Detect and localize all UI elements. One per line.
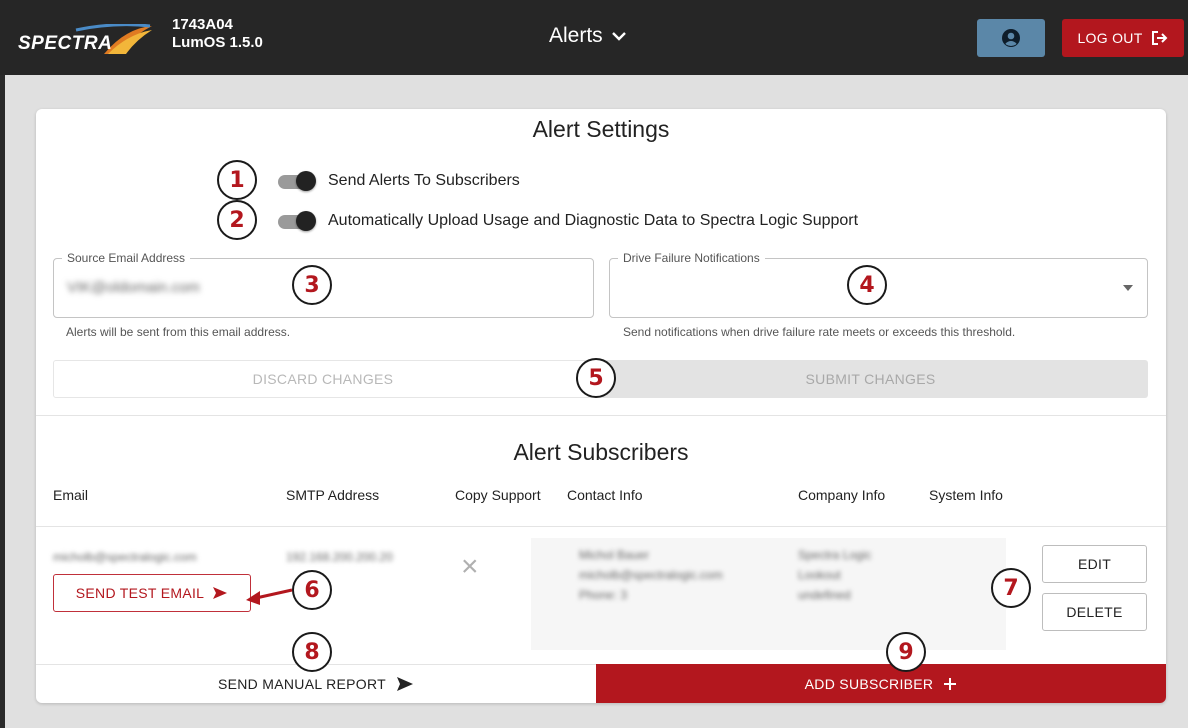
callout-8: 8 (292, 632, 332, 672)
company-line-3: undefined (798, 588, 851, 602)
callout-6: 6 (292, 570, 332, 610)
send-test-email-label: SEND TEST EMAIL (75, 585, 205, 601)
callout-1: 1 (217, 160, 257, 200)
contact-name: Michol Bauer (579, 548, 650, 562)
subscriber-smtp: 192.168.200.200.20 (286, 550, 393, 564)
logout-button[interactable]: LOG OUT (1062, 19, 1184, 57)
subscriber-contact-info: Michol Bauer micholb@spectralogic.com Ph… (579, 545, 723, 605)
drive-failure-helper: Send notifications when drive failure ra… (623, 325, 1016, 339)
alerts-card: Alert Settings Send Alerts To Subscriber… (36, 109, 1166, 703)
company-line-2: Lookout (798, 568, 841, 582)
column-header-smtp: SMTP Address (286, 487, 380, 503)
source-email-legend: Source Email Address (62, 251, 191, 265)
company-name: Spectra Logic (798, 548, 872, 562)
delete-subscriber-button[interactable]: DELETE (1042, 593, 1147, 631)
callout-arrow-icon (246, 588, 293, 605)
auto-upload-label: Automatically Upload Usage and Diagnosti… (328, 212, 859, 229)
callout-7: 7 (991, 568, 1031, 608)
send-alerts-toggle-row[interactable]: Send Alerts To Subscribers (278, 171, 520, 191)
page-title: Alerts (549, 24, 603, 47)
column-header-company-info: Company Info (798, 487, 886, 503)
os-version: LumOS 1.5.0 (172, 34, 263, 51)
header-divider (36, 526, 1166, 527)
send-icon (397, 676, 413, 691)
source-email-value: VIK@oldomain.com (67, 279, 200, 296)
drive-failure-legend: Drive Failure Notifications (618, 251, 765, 265)
send-icon (213, 587, 228, 599)
auto-upload-toggle-row[interactable]: Automatically Upload Usage and Diagnosti… (278, 211, 859, 231)
discard-changes-button[interactable]: DISCARD CHANGES (53, 360, 593, 398)
edit-subscriber-button[interactable]: EDIT (1042, 545, 1147, 583)
alert-settings-title: Alert Settings (532, 116, 670, 142)
submit-changes-button[interactable]: SUBMIT CHANGES (593, 360, 1148, 398)
auto-upload-switch[interactable] (278, 211, 316, 231)
logout-label: LOG OUT (1077, 30, 1143, 46)
column-header-copy-support: Copy Support (455, 487, 541, 503)
callout-5: 5 (576, 358, 616, 398)
user-icon (1002, 29, 1020, 47)
plus-icon (944, 677, 957, 690)
dropdown-caret-icon (1123, 285, 1133, 291)
contact-phone: Phone: 3 (579, 588, 628, 602)
column-header-system-info: System Info (929, 487, 1003, 503)
page-title-dropdown[interactable]: Alerts (549, 24, 627, 48)
contact-email: micholb@spectralogic.com (579, 568, 723, 582)
callout-3: 3 (292, 265, 332, 305)
subscriber-company-info: Spectra Logic Lookout undefined (798, 545, 871, 605)
add-subscriber-button[interactable]: ADD SUBSCRIBER (596, 664, 1166, 703)
send-manual-report-label: SEND MANUAL REPORT (218, 675, 386, 692)
send-alerts-label: Send Alerts To Subscribers (328, 172, 520, 189)
top-bar: SPECTRA 1743A04 LumOS 1.5.0 Alerts LOG O… (0, 0, 1188, 75)
section-divider (36, 415, 1166, 416)
callout-9: 9 (886, 632, 926, 672)
alert-subscribers-title: Alert Subscribers (513, 439, 689, 465)
subscriber-email: micholb@spectralogic.com (53, 550, 197, 564)
window-edge (0, 75, 5, 728)
switch-thumb (296, 211, 316, 231)
switch-thumb (296, 171, 316, 191)
system-info: 1743A04 LumOS 1.5.0 (172, 16, 263, 52)
spectra-logo: SPECTRA (16, 23, 154, 58)
copy-support-x-icon: × (461, 550, 479, 583)
logout-icon (1151, 31, 1167, 45)
chevron-down-icon (611, 32, 626, 41)
system-id: 1743A04 (172, 16, 233, 33)
send-test-email-button[interactable]: SEND TEST EMAIL (53, 574, 251, 612)
logo-wordmark: SPECTRA (18, 33, 113, 54)
callout-4: 4 (847, 265, 887, 305)
send-alerts-switch[interactable] (278, 171, 316, 191)
user-account-button[interactable] (977, 19, 1045, 57)
callout-2: 2 (217, 200, 257, 240)
source-email-helper: Alerts will be sent from this email addr… (66, 325, 291, 339)
column-header-contact-info: Contact Info (567, 487, 643, 503)
column-header-email: Email (53, 487, 89, 503)
add-subscriber-label: ADD SUBSCRIBER (804, 675, 934, 692)
